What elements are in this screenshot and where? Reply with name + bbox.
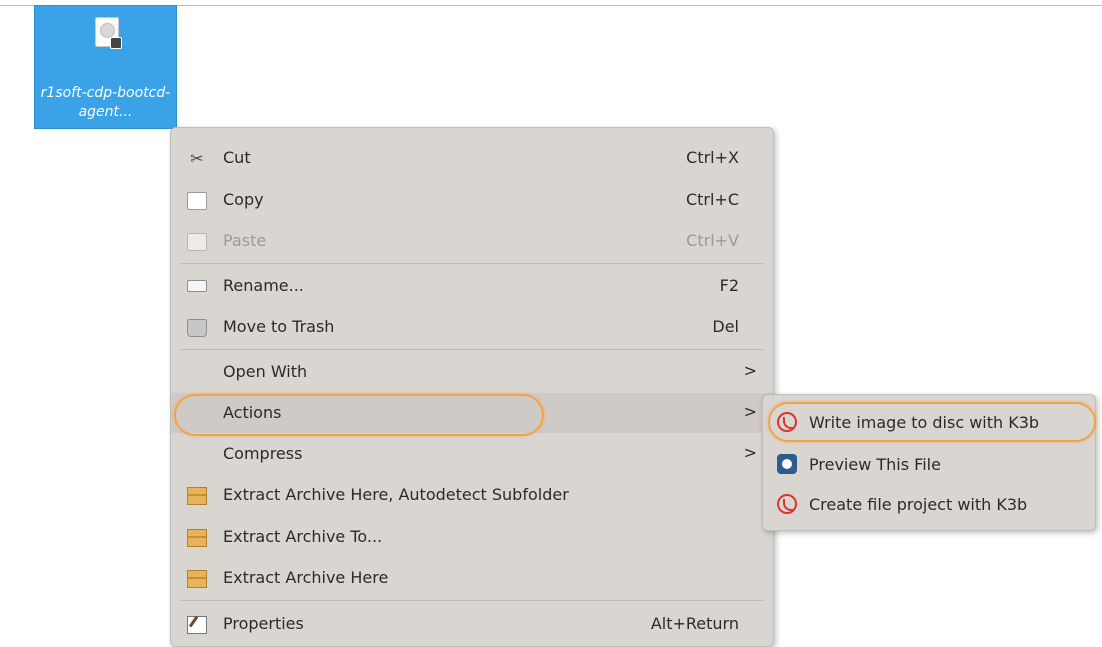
submenu-arrow-icon: > xyxy=(743,443,757,462)
archive-icon xyxy=(187,529,207,547)
menu-item-rename[interactable]: Rename... F2 xyxy=(171,266,773,306)
menu-item-shortcut: Ctrl+V xyxy=(686,231,739,250)
menu-item-label: Open With xyxy=(223,362,308,381)
menu-item-properties[interactable]: Properties Alt+Return xyxy=(171,604,773,644)
menu-separator xyxy=(181,263,763,264)
scissors-icon: ✂ xyxy=(190,149,204,168)
menu-item-extract-here-autodetect[interactable]: Extract Archive Here, Autodetect Subfold… xyxy=(171,475,773,515)
properties-icon xyxy=(187,616,207,634)
submenu-arrow-icon: > xyxy=(743,402,757,421)
menu-separator xyxy=(181,600,763,601)
menu-item-extract-here[interactable]: Extract Archive Here xyxy=(171,558,773,598)
menu-item-label: Extract Archive To... xyxy=(223,527,383,546)
archive-icon xyxy=(187,487,207,505)
menu-item-label: Compress xyxy=(223,444,303,463)
submenu-arrow-icon: > xyxy=(743,361,757,380)
menu-item-label: Extract Archive Here, Autodetect Subfold… xyxy=(223,485,569,504)
menu-item-paste[interactable]: Paste Ctrl+V xyxy=(171,221,773,261)
submenu-item-label: Create file project with K3b xyxy=(809,495,1028,514)
menu-item-extract-to[interactable]: Extract Archive To... xyxy=(171,517,773,557)
menu-item-label: Move to Trash xyxy=(223,317,335,336)
context-menu: ✂ Cut Ctrl+X Copy Ctrl+C Paste Ctrl+V Re… xyxy=(170,127,774,647)
menu-item-label: Extract Archive Here xyxy=(223,568,389,587)
desktop-file-icon[interactable]: r1soft-cdp-bootcd-agent... xyxy=(34,5,177,129)
archive-icon xyxy=(187,570,207,588)
menu-item-label: Copy xyxy=(223,190,264,209)
menu-item-label: Rename... xyxy=(223,276,304,295)
menu-item-copy[interactable]: Copy Ctrl+C xyxy=(171,180,773,220)
disc-image-icon xyxy=(95,17,122,49)
menu-item-shortcut: Alt+Return xyxy=(650,614,739,633)
menu-item-label: Properties xyxy=(223,614,304,633)
menu-item-shortcut: Del xyxy=(712,317,739,336)
menu-separator xyxy=(181,349,763,350)
trash-icon xyxy=(187,319,207,337)
rename-icon xyxy=(187,280,207,292)
menu-item-label: Cut xyxy=(223,148,251,167)
menu-item-label: Paste xyxy=(223,231,267,250)
menu-item-open-with[interactable]: Open With > xyxy=(171,352,773,392)
submenu-item-create-file-project-k3b[interactable]: Create file project with K3b xyxy=(763,487,1095,521)
submenu-item-preview-file[interactable]: Preview This File xyxy=(763,447,1095,481)
menu-item-shortcut: Ctrl+C xyxy=(685,190,739,209)
menu-item-move-to-trash[interactable]: Move to Trash Del xyxy=(171,307,773,347)
menu-item-cut[interactable]: ✂ Cut Ctrl+X xyxy=(171,138,773,178)
shortcut-badge-icon xyxy=(110,37,122,49)
file-name-label: r1soft-cdp-bootcd-agent... xyxy=(40,85,171,120)
copy-icon xyxy=(187,192,207,210)
preview-icon xyxy=(777,454,797,474)
menu-item-shortcut: F2 xyxy=(719,276,739,295)
menu-item-shortcut: Ctrl+X xyxy=(686,148,739,167)
actions-highlight-oval xyxy=(174,394,544,436)
k3b-icon xyxy=(777,494,797,514)
write-image-highlight-oval xyxy=(768,402,1096,442)
paste-icon xyxy=(187,233,207,251)
submenu-item-label: Preview This File xyxy=(809,455,941,474)
menu-item-compress[interactable]: Compress > xyxy=(171,434,773,474)
